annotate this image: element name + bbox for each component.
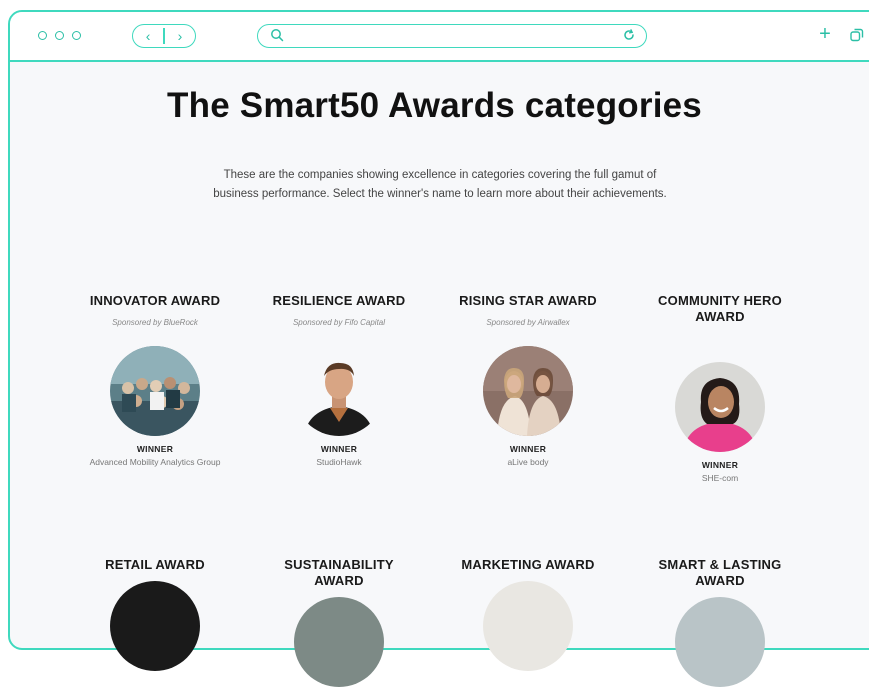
award-card-retail: RETAIL AWARD — [80, 557, 230, 671]
two-women-photo-image — [483, 346, 573, 436]
winner-photo[interactable] — [294, 597, 384, 687]
winner-photo-women[interactable] — [483, 346, 573, 436]
winner-name-link[interactable]: Advanced Mobility Analytics Group — [80, 456, 230, 469]
winner-photo[interactable] — [675, 597, 765, 687]
award-title: MARKETING AWARD — [461, 557, 595, 572]
winner-photo[interactable] — [483, 581, 573, 671]
award-card-sustainability: SUSTAINABILITY AWARD — [264, 557, 414, 687]
winner-photo-man[interactable] — [294, 346, 384, 436]
winner-name-link[interactable]: SHE-com — [645, 472, 795, 485]
award-card-innovator: INNOVATOR AWARD Sponsored by BlueRock WI… — [80, 293, 230, 469]
window-controls — [38, 31, 81, 40]
award-sponsor: Sponsored by Airwallex — [486, 318, 570, 327]
winner-photo[interactable] — [110, 581, 200, 671]
award-title: RETAIL AWARD — [105, 557, 205, 572]
tabs-icon[interactable] — [850, 28, 864, 42]
winner-label: WINNER — [136, 444, 174, 454]
winner-photo-woman[interactable] — [675, 362, 765, 452]
reload-icon[interactable] — [622, 28, 636, 42]
award-title: RISING STAR AWARD — [459, 293, 597, 308]
man-portrait-image — [294, 346, 384, 436]
award-card-resilience: RESILIENCE AWARD Sponsored by Fifo Capit… — [264, 293, 414, 469]
search-icon — [271, 29, 284, 42]
chevron-left-icon: ‹ — [145, 28, 151, 44]
winner-photo-team[interactable] — [110, 346, 200, 436]
winner-name-link[interactable]: aLive body — [453, 456, 603, 469]
page-title: The Smart50 Awards categories — [167, 86, 702, 125]
woman-portrait-image — [675, 362, 765, 452]
winner-name-link[interactable]: StudioHawk — [264, 456, 414, 469]
winner-label: WINNER — [509, 444, 547, 454]
award-title: SMART & LASTING AWARD — [658, 557, 782, 588]
award-sponsor: Sponsored by Fifo Capital — [292, 318, 386, 327]
award-title: INNOVATOR AWARD — [89, 293, 221, 308]
award-title: SUSTAINABILITY AWARD — [284, 557, 394, 588]
window-control-dot[interactable] — [38, 31, 47, 40]
back-button[interactable]: ‹ — [133, 25, 163, 47]
new-tab-button[interactable]: + — [816, 23, 834, 45]
award-title: COMMUNITY HERO AWARD — [658, 293, 782, 324]
plus-icon: + — [819, 23, 831, 45]
nav-buttons: ‹ › — [132, 24, 196, 48]
award-sponsor: Sponsored by BlueRock — [112, 318, 198, 327]
award-card-smart-lasting: SMART & LASTING AWARD — [645, 557, 795, 687]
window-control-dot[interactable] — [55, 31, 64, 40]
chevron-right-icon: › — [177, 28, 183, 44]
award-title: RESILIENCE AWARD — [272, 293, 406, 308]
award-card-community-hero: COMMUNITY HERO AWARD WINNER SHE-com — [645, 293, 795, 485]
window-control-dot[interactable] — [72, 31, 81, 40]
winner-label: WINNER — [701, 460, 739, 470]
url-input[interactable] — [290, 27, 614, 46]
forward-button[interactable]: › — [165, 25, 195, 47]
intro-text: These are the companies showing excellen… — [213, 169, 667, 200]
address-bar[interactable] — [257, 24, 647, 48]
browser-toolbar: ‹ › + — [10, 12, 869, 62]
award-sponsor — [645, 334, 795, 346]
team-photo-image — [110, 346, 200, 436]
award-card-rising-star: RISING STAR AWARD Sponsored by Airwallex… — [453, 293, 603, 469]
winner-label: WINNER — [320, 444, 358, 454]
award-card-marketing: MARKETING AWARD — [453, 557, 603, 671]
